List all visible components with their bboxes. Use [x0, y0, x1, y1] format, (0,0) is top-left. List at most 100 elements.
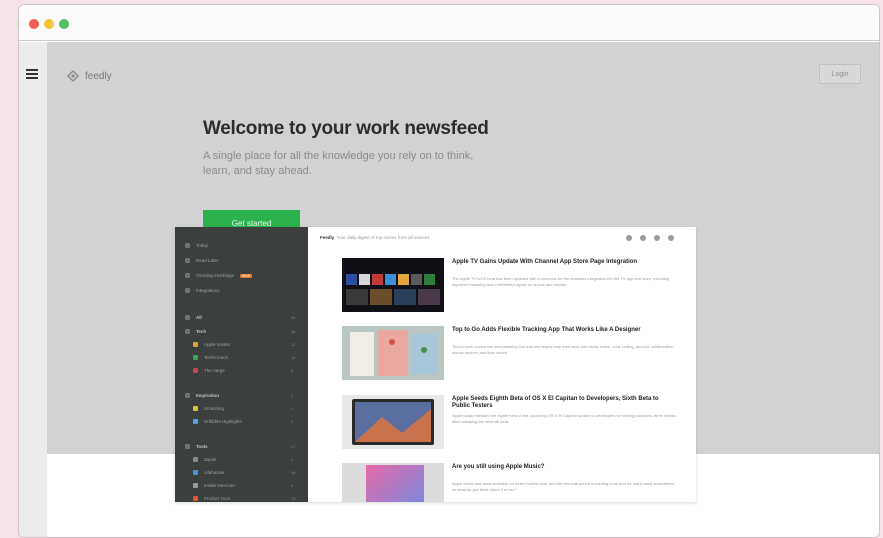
preview-sidebar-feed: TechCrunch [193, 355, 228, 360]
sidebar-label: Tools [196, 444, 208, 449]
preview-breadcrumb: Feedly Your daily digest of top stories … [320, 235, 430, 240]
feed-icon [193, 457, 198, 462]
maximize-window-icon[interactable] [59, 19, 69, 29]
app-preview-screenshot: Today Read Later Trending Hashtags NEW Integ… [175, 227, 696, 502]
new-badge: NEW [239, 273, 253, 278]
preview-sidebar-feed: Smashing [193, 406, 224, 411]
preview-article: Apple TV Gains Update With Channel App S… [342, 258, 682, 314]
article-thumbnail [342, 258, 444, 312]
article-excerpt: TechCrunch covers the new planning tool … [452, 344, 674, 355]
preview-refresh-icon [640, 235, 646, 241]
brand-logo[interactable]: feedly [67, 70, 112, 82]
menu-icon[interactable] [26, 69, 38, 79]
article-thumbnail [342, 326, 444, 380]
preview-search-icon [626, 235, 632, 241]
sidebar-label: The Verge [204, 368, 225, 373]
article-excerpt: Apple Music has been available for three… [452, 481, 676, 492]
feed-icon [193, 368, 198, 373]
feed-icon [193, 419, 198, 424]
preview-article: Are you still using Apple Music? Apple M… [342, 463, 682, 502]
login-button[interactable]: Login [819, 64, 861, 84]
unread-count: 3 [291, 393, 294, 398]
unread-count: 14 [291, 355, 296, 360]
feed-icon [193, 406, 198, 411]
feed-icon [193, 470, 198, 475]
feed-icon [193, 483, 198, 488]
sun-icon [185, 243, 190, 248]
article-thumbnail [342, 463, 444, 502]
sidebar-label: Apple Insider [204, 342, 231, 347]
preview-sidebar-feed: The Verge [193, 368, 225, 373]
preview-sidebar-feed: Inside Intercom [193, 483, 235, 488]
preview-more-icon [668, 235, 674, 241]
preview-layout-icon [654, 235, 660, 241]
close-window-icon[interactable] [29, 19, 39, 29]
left-rail [19, 42, 47, 537]
preview-article: Top to Go Adds Flexible Tracking App Tha… [342, 326, 682, 382]
sidebar-label: Product Hunt [204, 496, 231, 501]
bookmark-icon [185, 258, 190, 263]
feed-icon [193, 342, 198, 347]
feed-icon [185, 393, 190, 398]
article-title: Top to Go Adds Flexible Tracking App Tha… [452, 327, 641, 333]
preview-sidebar-all: All [185, 315, 202, 320]
preview-sidebar-feed: Zapier [193, 457, 217, 462]
preview-sidebar-item: Integrations [185, 288, 220, 293]
preview-sidebar-group: Tech [185, 329, 206, 334]
sidebar-label: Lifehacker [204, 470, 225, 475]
preview-top-bar: Feedly Your daily digest of top stories … [308, 227, 696, 249]
article-excerpt: Apple today released the eighth beta of … [452, 413, 676, 424]
preview-sidebar: Today Read Later Trending Hashtags NEW Integ… [175, 227, 308, 502]
browser-window: feedly Login Welcome to your work newsfe… [18, 4, 880, 538]
preview-sidebar-item: Trending Hashtags NEW [185, 273, 253, 278]
preview-article: Apple Seeds Eighth Beta of OS X El Capit… [342, 395, 682, 451]
preview-sidebar-item: Today [185, 243, 208, 248]
preview-sidebar-feed: Lifehacker [193, 470, 225, 475]
unread-count: 84 [291, 315, 296, 320]
article-excerpt: The Apple TV tvOS beta has been updated … [452, 276, 670, 287]
preview-sidebar-feed: Product Hunt [193, 496, 230, 501]
sidebar-label: Dribbble Highlights [204, 419, 242, 424]
sidebar-label: TechCrunch [204, 355, 229, 360]
preview-sidebar-item: Read Later [185, 258, 218, 263]
hash-icon [185, 273, 190, 278]
feed-icon [185, 329, 190, 334]
sidebar-label: Integrations [196, 288, 220, 293]
unread-count: 2 [291, 419, 294, 424]
sidebar-label: Zapier [204, 457, 217, 462]
feed-icon [185, 315, 190, 320]
unread-count: 12 [291, 342, 296, 347]
sidebar-label: All [196, 315, 202, 320]
article-thumbnail [342, 395, 444, 449]
page-title: Welcome to your work newsfeed [203, 118, 489, 139]
sidebar-label: Read Later [196, 258, 219, 263]
unread-count: 16 [291, 470, 296, 475]
unread-count: 1 [291, 406, 294, 411]
feed-icon [185, 444, 190, 449]
plug-icon [185, 288, 190, 293]
unread-count: 34 [291, 329, 296, 334]
sidebar-label: Inspiration [196, 393, 220, 398]
sidebar-label: Today [196, 243, 209, 248]
window-titlebar [19, 5, 879, 41]
sidebar-label: Trending Hashtags [196, 273, 234, 278]
article-title: Are you still using Apple Music? [452, 464, 545, 470]
preview-sidebar-feed: Dribbble Highlights [193, 419, 242, 424]
page-subtitle: A single place for all the knowledge you… [203, 150, 474, 177]
sidebar-label: Inside Intercom [204, 483, 235, 488]
preview-sidebar-group: Tools [185, 444, 208, 449]
feed-icon [193, 496, 198, 501]
unread-count: 9 [291, 483, 294, 488]
preview-sidebar-group: Inspiration [185, 393, 219, 398]
unread-count: 4 [291, 457, 294, 462]
unread-count: 47 [291, 444, 296, 449]
brand-name: feedly [85, 70, 112, 82]
preview-sidebar-feed: Apple Insider [193, 342, 230, 347]
article-title: Apple Seeds Eighth Beta of OS X El Capit… [452, 396, 659, 409]
feedly-logo-icon [67, 70, 79, 82]
feed-icon [193, 355, 198, 360]
minimize-window-icon[interactable] [44, 19, 54, 29]
article-title: Apple TV Gains Update With Channel App S… [452, 259, 638, 265]
unread-count: 8 [291, 368, 294, 373]
sidebar-label: Tech [196, 329, 207, 334]
